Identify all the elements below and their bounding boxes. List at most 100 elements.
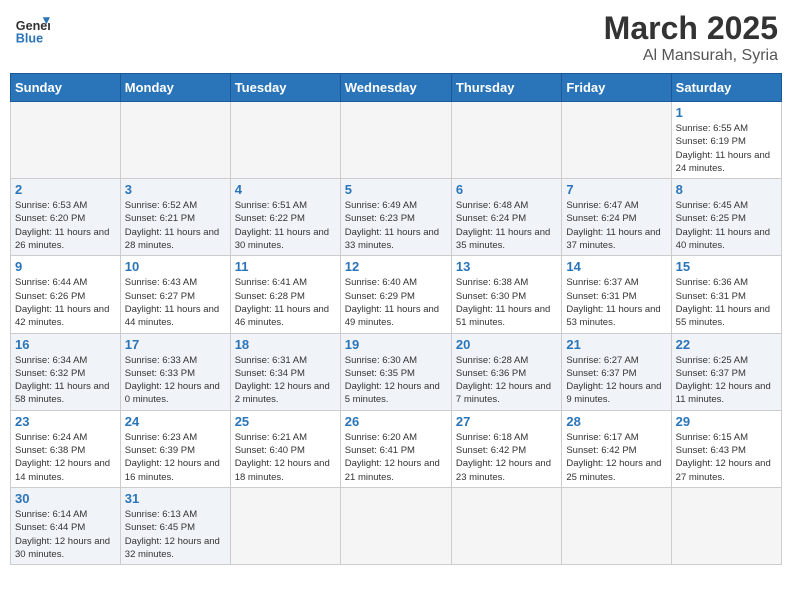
day-info: Sunrise: 6:13 AM Sunset: 6:45 PM Dayligh…	[125, 508, 226, 561]
day-number: 24	[125, 414, 226, 429]
calendar-day-cell	[671, 487, 781, 564]
calendar-day-cell: 10 Sunrise: 6:43 AM Sunset: 6:27 PM Dayli…	[120, 256, 230, 333]
calendar-day-cell: 16Sunrise: 6:34 AM Sunset: 6:32 PM Dayli…	[11, 333, 121, 410]
day-number: 29	[676, 414, 777, 429]
logo: General Blue	[14, 10, 50, 46]
day-number: 27	[456, 414, 557, 429]
calendar-day-cell: 3Sunrise: 6:52 AM Sunset: 6:21 PM Daylig…	[120, 179, 230, 256]
day-number: 8	[676, 182, 777, 197]
day-number: 9	[15, 259, 116, 274]
calendar-week-row: 16Sunrise: 6:34 AM Sunset: 6:32 PM Dayli…	[11, 333, 782, 410]
day-info: Sunrise: 6:36 AM Sunset: 6:31 PM Dayligh…	[676, 276, 777, 329]
day-info: Sunrise: 6:23 AM Sunset: 6:39 PM Dayligh…	[125, 431, 226, 484]
calendar-day-cell: 23 Sunrise: 6:24 AM Sunset: 6:38 PM Dayli…	[11, 410, 121, 487]
day-number: 10	[125, 259, 226, 274]
calendar-week-row: 9 Sunrise: 6:44 AM Sunset: 6:26 PM Daylig…	[11, 256, 782, 333]
calendar-week-row: 23 Sunrise: 6:24 AM Sunset: 6:38 PM Dayli…	[11, 410, 782, 487]
day-number: 14	[566, 259, 666, 274]
day-info: Sunrise: 6:41 AM Sunset: 6:28 PM Dayligh…	[235, 276, 336, 329]
day-number: 11	[235, 259, 336, 274]
calendar-day-cell	[340, 102, 451, 179]
day-info: Sunrise: 6:21 AM Sunset: 6:40 PM Dayligh…	[235, 431, 336, 484]
calendar-day-cell: 31 Sunrise: 6:13 AM Sunset: 6:45 PM Dayli…	[120, 487, 230, 564]
calendar-day-cell	[562, 102, 671, 179]
weekday-header-friday: Friday	[562, 74, 671, 102]
day-info: Sunrise: 6:27 AM Sunset: 6:37 PM Dayligh…	[566, 354, 666, 407]
calendar-day-cell: 9 Sunrise: 6:44 AM Sunset: 6:26 PM Daylig…	[11, 256, 121, 333]
calendar-day-cell: 5Sunrise: 6:49 AM Sunset: 6:23 PM Daylig…	[340, 179, 451, 256]
day-number: 25	[235, 414, 336, 429]
day-info: Sunrise: 6:48 AM Sunset: 6:24 PM Dayligh…	[456, 199, 557, 252]
day-number: 2	[15, 182, 116, 197]
calendar-day-cell: 27Sunrise: 6:18 AM Sunset: 6:42 PM Dayli…	[451, 410, 561, 487]
day-number: 3	[125, 182, 226, 197]
weekday-header-tuesday: Tuesday	[230, 74, 340, 102]
day-info: Sunrise: 6:43 AM Sunset: 6:27 PM Dayligh…	[125, 276, 226, 329]
calendar-day-cell: 1 Sunrise: 6:55 AM Sunset: 6:19 PM Daylig…	[671, 102, 781, 179]
calendar-day-cell: 6 Sunrise: 6:48 AM Sunset: 6:24 PM Daylig…	[451, 179, 561, 256]
day-number: 31	[125, 491, 226, 506]
day-number: 26	[345, 414, 447, 429]
calendar-day-cell: 13Sunrise: 6:38 AM Sunset: 6:30 PM Dayli…	[451, 256, 561, 333]
day-info: Sunrise: 6:51 AM Sunset: 6:22 PM Dayligh…	[235, 199, 336, 252]
calendar-week-row: 1 Sunrise: 6:55 AM Sunset: 6:19 PM Daylig…	[11, 102, 782, 179]
calendar-day-cell	[562, 487, 671, 564]
day-info: Sunrise: 6:17 AM Sunset: 6:42 PM Dayligh…	[566, 431, 666, 484]
day-number: 4	[235, 182, 336, 197]
day-number: 30	[15, 491, 116, 506]
day-number: 21	[566, 337, 666, 352]
day-number: 15	[676, 259, 777, 274]
calendar-week-row: 30 Sunrise: 6:14 AM Sunset: 6:44 PM Dayli…	[11, 487, 782, 564]
day-info: Sunrise: 6:40 AM Sunset: 6:29 PM Dayligh…	[345, 276, 447, 329]
calendar-day-cell	[230, 487, 340, 564]
day-info: Sunrise: 6:30 AM Sunset: 6:35 PM Dayligh…	[345, 354, 447, 407]
calendar-day-cell	[451, 487, 561, 564]
calendar-day-cell	[451, 102, 561, 179]
calendar-day-cell: 21 Sunrise: 6:27 AM Sunset: 6:37 PM Dayli…	[562, 333, 671, 410]
day-info: Sunrise: 6:53 AM Sunset: 6:20 PM Dayligh…	[15, 199, 116, 252]
day-number: 16	[15, 337, 116, 352]
day-number: 22	[676, 337, 777, 352]
calendar-day-cell: 19 Sunrise: 6:30 AM Sunset: 6:35 PM Dayli…	[340, 333, 451, 410]
calendar-day-cell: 7 Sunrise: 6:47 AM Sunset: 6:24 PM Daylig…	[562, 179, 671, 256]
day-number: 17	[125, 337, 226, 352]
day-info: Sunrise: 6:24 AM Sunset: 6:38 PM Dayligh…	[15, 431, 116, 484]
day-number: 12	[345, 259, 447, 274]
calendar-day-cell: 12 Sunrise: 6:40 AM Sunset: 6:29 PM Dayli…	[340, 256, 451, 333]
day-info: Sunrise: 6:55 AM Sunset: 6:19 PM Dayligh…	[676, 122, 777, 175]
day-info: Sunrise: 6:44 AM Sunset: 6:26 PM Dayligh…	[15, 276, 116, 329]
day-number: 23	[15, 414, 116, 429]
day-info: Sunrise: 6:14 AM Sunset: 6:44 PM Dayligh…	[15, 508, 116, 561]
day-number: 7	[566, 182, 666, 197]
calendar-day-cell: 22Sunrise: 6:25 AM Sunset: 6:37 PM Dayli…	[671, 333, 781, 410]
calendar-day-cell	[230, 102, 340, 179]
weekday-header-wednesday: Wednesday	[340, 74, 451, 102]
calendar-day-cell: 29Sunrise: 6:15 AM Sunset: 6:43 PM Dayli…	[671, 410, 781, 487]
weekday-header-thursday: Thursday	[451, 74, 561, 102]
day-info: Sunrise: 6:20 AM Sunset: 6:41 PM Dayligh…	[345, 431, 447, 484]
calendar-day-cell: 8 Sunrise: 6:45 AM Sunset: 6:25 PM Daylig…	[671, 179, 781, 256]
weekday-header-sunday: Sunday	[11, 74, 121, 102]
calendar-day-cell: 15 Sunrise: 6:36 AM Sunset: 6:31 PM Dayli…	[671, 256, 781, 333]
day-number: 18	[235, 337, 336, 352]
calendar-day-cell: 14Sunrise: 6:37 AM Sunset: 6:31 PM Dayli…	[562, 256, 671, 333]
day-number: 19	[345, 337, 447, 352]
calendar-table: SundayMondayTuesdayWednesdayThursdayFrid…	[10, 73, 782, 565]
day-info: Sunrise: 6:45 AM Sunset: 6:25 PM Dayligh…	[676, 199, 777, 252]
day-number: 5	[345, 182, 447, 197]
day-info: Sunrise: 6:47 AM Sunset: 6:24 PM Dayligh…	[566, 199, 666, 252]
weekday-header-saturday: Saturday	[671, 74, 781, 102]
page-header: General Blue March 2025 Al Mansurah, Syr…	[10, 10, 782, 65]
day-number: 6	[456, 182, 557, 197]
calendar-day-cell: 20 Sunrise: 6:28 AM Sunset: 6:36 PM Dayli…	[451, 333, 561, 410]
day-info: Sunrise: 6:38 AM Sunset: 6:30 PM Dayligh…	[456, 276, 557, 329]
day-number: 1	[676, 105, 777, 120]
weekday-header-monday: Monday	[120, 74, 230, 102]
location-title: Al Mansurah, Syria	[604, 47, 778, 65]
calendar-day-cell: 26 Sunrise: 6:20 AM Sunset: 6:41 PM Dayli…	[340, 410, 451, 487]
day-number: 28	[566, 414, 666, 429]
calendar-day-cell: 25 Sunrise: 6:21 AM Sunset: 6:40 PM Dayli…	[230, 410, 340, 487]
day-info: Sunrise: 6:28 AM Sunset: 6:36 PM Dayligh…	[456, 354, 557, 407]
svg-text:Blue: Blue	[16, 31, 43, 45]
day-number: 20	[456, 337, 557, 352]
